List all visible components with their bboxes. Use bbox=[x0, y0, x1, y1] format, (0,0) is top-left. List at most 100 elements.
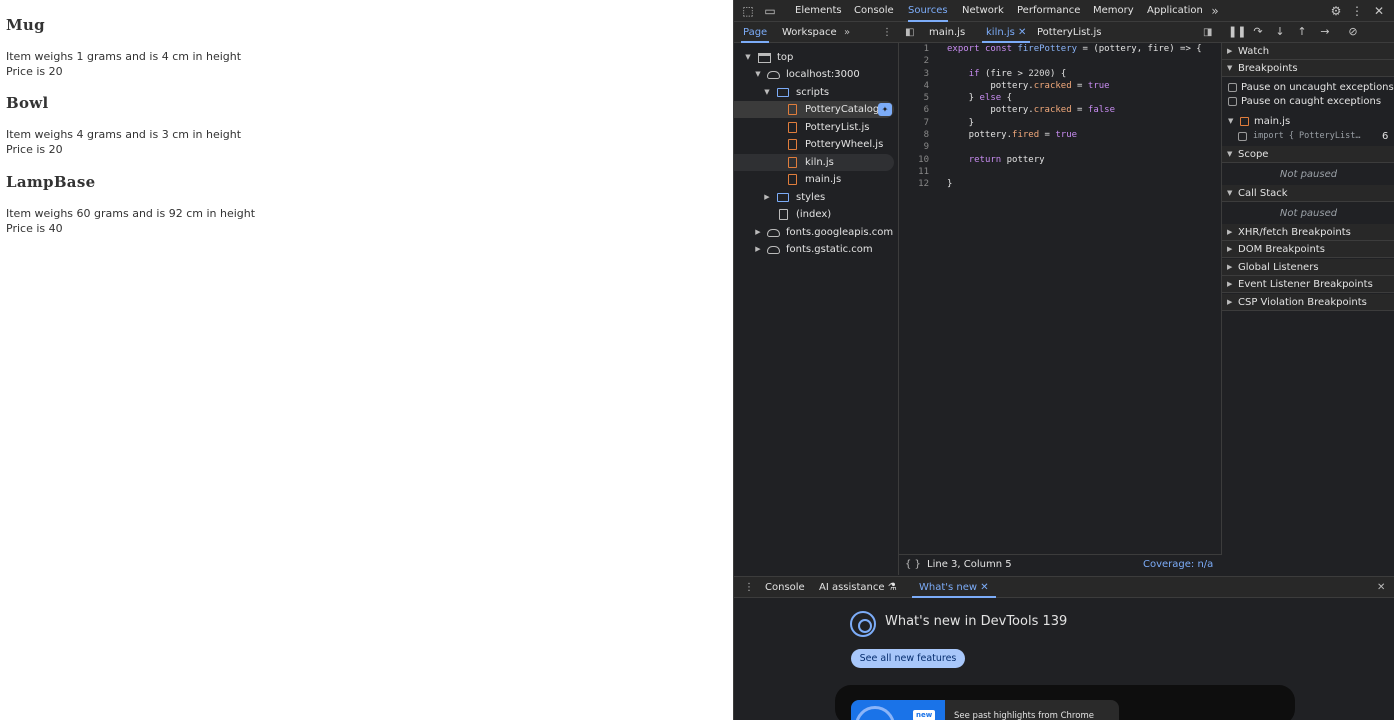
tree-label: PotteryList.js bbox=[805, 122, 870, 133]
line-number: 12 bbox=[918, 179, 929, 190]
drawer-tab-console[interactable]: Console bbox=[765, 577, 805, 598]
code-line: 1 export const firePottery = (pottery, fi… bbox=[899, 43, 1222, 55]
ai-assist-icon[interactable]: ✦ bbox=[878, 103, 892, 116]
breakpoint-file-label: main.js bbox=[1254, 116, 1291, 127]
highlights-link[interactable]: new See past highlights from Chrome bbox=[851, 700, 1119, 720]
section-event-listener-breakpoints[interactable]: ▶ Event Listener Breakpoints bbox=[1222, 276, 1394, 293]
tab-page[interactable]: Page bbox=[740, 22, 770, 43]
collapse-arrow-icon[interactable]: ▶ bbox=[753, 241, 763, 258]
editor-tab-main[interactable]: main.js bbox=[929, 22, 965, 43]
tab-workspace[interactable]: Workspace bbox=[782, 22, 837, 43]
expand-arrow-icon[interactable]: ▼ bbox=[762, 84, 772, 101]
device-toolbar-icon[interactable]: ▭ bbox=[763, 4, 777, 18]
section-breakpoints[interactable]: ▼ Breakpoints bbox=[1222, 60, 1394, 77]
inspect-element-icon[interactable]: ⬚ bbox=[741, 4, 755, 18]
product-name: LampBase bbox=[6, 173, 96, 191]
devtools-drawer: ⋮ Console AI assistance ⚗ What's new ✕ ✕… bbox=[734, 576, 1394, 720]
js-file-icon bbox=[788, 104, 797, 115]
product-name: Bowl bbox=[6, 94, 49, 112]
tree-item-index[interactable]: (index) bbox=[734, 206, 899, 223]
tree-item-styles[interactable]: ▶ styles bbox=[734, 189, 899, 206]
tree-item-potterywheel[interactable]: PotteryWheel.js bbox=[734, 136, 899, 153]
pause-uncaught-option[interactable]: Pause on uncaught exceptions bbox=[1222, 80, 1394, 95]
code-line: 5 } else { bbox=[899, 92, 1222, 104]
js-file-icon bbox=[788, 139, 797, 150]
section-dom-breakpoints[interactable]: ▶ DOM Breakpoints bbox=[1222, 241, 1394, 258]
tab-network[interactable]: Network bbox=[962, 0, 1004, 22]
section-watch[interactable]: ▶ Watch bbox=[1222, 43, 1394, 60]
step-out-icon[interactable]: ↑ bbox=[1295, 25, 1309, 39]
tree-label: localhost:3000 bbox=[786, 69, 860, 80]
toggle-navigator-icon[interactable]: ◧ bbox=[905, 22, 914, 43]
section-csp-breakpoints[interactable]: ▶ CSP Violation Breakpoints bbox=[1222, 294, 1394, 311]
pause-caught-option[interactable]: Pause on caught exceptions bbox=[1222, 94, 1394, 109]
product-card-lampbase: LampBase Item weighs 60 grams and is 92 … bbox=[6, 173, 255, 236]
kebab-menu-icon[interactable]: ⋮ bbox=[882, 22, 892, 43]
tree-item-gstatic[interactable]: ▶ fonts.gstatic.com bbox=[734, 241, 899, 258]
close-devtools-icon[interactable]: ✕ bbox=[1372, 4, 1386, 18]
close-drawer-icon[interactable]: ✕ bbox=[1377, 577, 1385, 598]
step-over-icon[interactable]: ↷ bbox=[1251, 25, 1265, 39]
tree-label: main.js bbox=[805, 174, 842, 185]
tab-label: AI assistance bbox=[819, 582, 885, 593]
see-all-features-button[interactable]: See all new features bbox=[851, 649, 965, 668]
expand-arrow-icon[interactable]: ▼ bbox=[1228, 114, 1233, 129]
tree-item-potterylist[interactable]: PotteryList.js bbox=[734, 119, 899, 136]
tree-item-top[interactable]: ▼ top bbox=[734, 49, 899, 66]
tree-item-main[interactable]: main.js bbox=[734, 171, 899, 188]
step-into-icon[interactable]: ↓ bbox=[1273, 25, 1287, 39]
breakpoint-checkbox[interactable] bbox=[1238, 132, 1247, 141]
tab-elements[interactable]: Elements bbox=[795, 0, 842, 22]
expand-arrow-icon[interactable]: ▼ bbox=[743, 49, 753, 66]
kebab-menu-icon[interactable]: ⋮ bbox=[1350, 4, 1364, 18]
tree-item-potterycatalog[interactable]: PotteryCatalog.js ✦ bbox=[734, 101, 894, 118]
close-tab-icon[interactable]: ✕ bbox=[980, 582, 988, 593]
tree-item-scripts[interactable]: ▼ scripts bbox=[734, 84, 899, 101]
breakpoint-line: 6 bbox=[1382, 131, 1389, 142]
tab-application[interactable]: Application bbox=[1147, 0, 1203, 22]
breakpoint-code: import { PotteryList… bbox=[1253, 131, 1361, 141]
section-scope[interactable]: ▼ Scope bbox=[1222, 146, 1394, 163]
section-xhr-breakpoints[interactable]: ▶ XHR/fetch Breakpoints bbox=[1222, 224, 1394, 241]
collapse-arrow-icon[interactable]: ▶ bbox=[762, 189, 772, 206]
line-number: 7 bbox=[923, 117, 929, 128]
tab-sources[interactable]: Sources bbox=[908, 0, 948, 22]
editor-tab-kiln[interactable]: kiln.js ✕ bbox=[981, 22, 1031, 43]
tree-item-kiln[interactable]: kiln.js bbox=[734, 154, 894, 171]
code-text: } else { bbox=[947, 93, 1013, 104]
breakpoint-entry[interactable]: import { PotteryList… 6 bbox=[1222, 129, 1394, 144]
settings-gear-icon[interactable]: ⚙ bbox=[1329, 4, 1343, 18]
tree-label: PotteryWheel.js bbox=[805, 139, 884, 150]
pause-icon[interactable]: ❚❚ bbox=[1228, 25, 1246, 39]
more-tabs-icon[interactable]: » bbox=[844, 22, 850, 43]
tab-memory[interactable]: Memory bbox=[1093, 0, 1134, 22]
scope-status: Not paused bbox=[1222, 167, 1394, 182]
debugger-sidebar: ❚❚ ↷ ↓ ↑ → ⊘ ▶ Watch ▼ Breakpoints Pause… bbox=[1222, 22, 1394, 575]
section-call-stack[interactable]: ▼ Call Stack bbox=[1222, 185, 1394, 202]
close-tab-icon[interactable]: ✕ bbox=[1018, 27, 1026, 38]
coverage-status[interactable]: Coverage: n/a bbox=[1143, 555, 1213, 575]
tab-console[interactable]: Console bbox=[854, 0, 894, 22]
tab-performance[interactable]: Performance bbox=[1017, 0, 1080, 22]
drawer-tab-ai-assistance[interactable]: AI assistance ⚗ bbox=[819, 577, 897, 598]
drawer-menu-icon[interactable]: ⋮ bbox=[744, 577, 754, 598]
more-tabs-icon[interactable]: » bbox=[1208, 4, 1222, 18]
step-icon[interactable]: → bbox=[1318, 25, 1332, 39]
toggle-debugger-icon[interactable]: ◨ bbox=[1203, 22, 1212, 43]
highlights-card: new See past highlights from Chrome bbox=[835, 685, 1295, 720]
code-lines[interactable]: 1 export const firePottery = (pottery, fi… bbox=[899, 43, 1222, 191]
breakpoint-file-main[interactable]: ▼ main.js bbox=[1222, 114, 1394, 129]
section-global-listeners[interactable]: ▶ Global Listeners bbox=[1222, 259, 1394, 276]
pause-caught-checkbox[interactable] bbox=[1228, 97, 1237, 106]
editor-tab-potterylist[interactable]: PotteryList.js bbox=[1037, 22, 1101, 43]
collapse-arrow-icon[interactable]: ▶ bbox=[753, 224, 763, 241]
tree-item-googleapis[interactable]: ▶ fonts.googleapis.com bbox=[734, 224, 899, 241]
section-label: Event Listener Breakpoints bbox=[1238, 279, 1373, 290]
tree-item-localhost[interactable]: ▼ localhost:3000 bbox=[734, 66, 899, 83]
deactivate-breakpoints-icon[interactable]: ⊘ bbox=[1346, 25, 1360, 39]
pretty-print-icon[interactable]: { } bbox=[905, 555, 921, 575]
drawer-tab-whats-new[interactable]: What's new ✕ bbox=[912, 577, 996, 598]
code-text: if (fire > 2200) { bbox=[968, 68, 1067, 79]
pause-uncaught-checkbox[interactable] bbox=[1228, 83, 1237, 92]
expand-arrow-icon[interactable]: ▼ bbox=[753, 66, 763, 83]
